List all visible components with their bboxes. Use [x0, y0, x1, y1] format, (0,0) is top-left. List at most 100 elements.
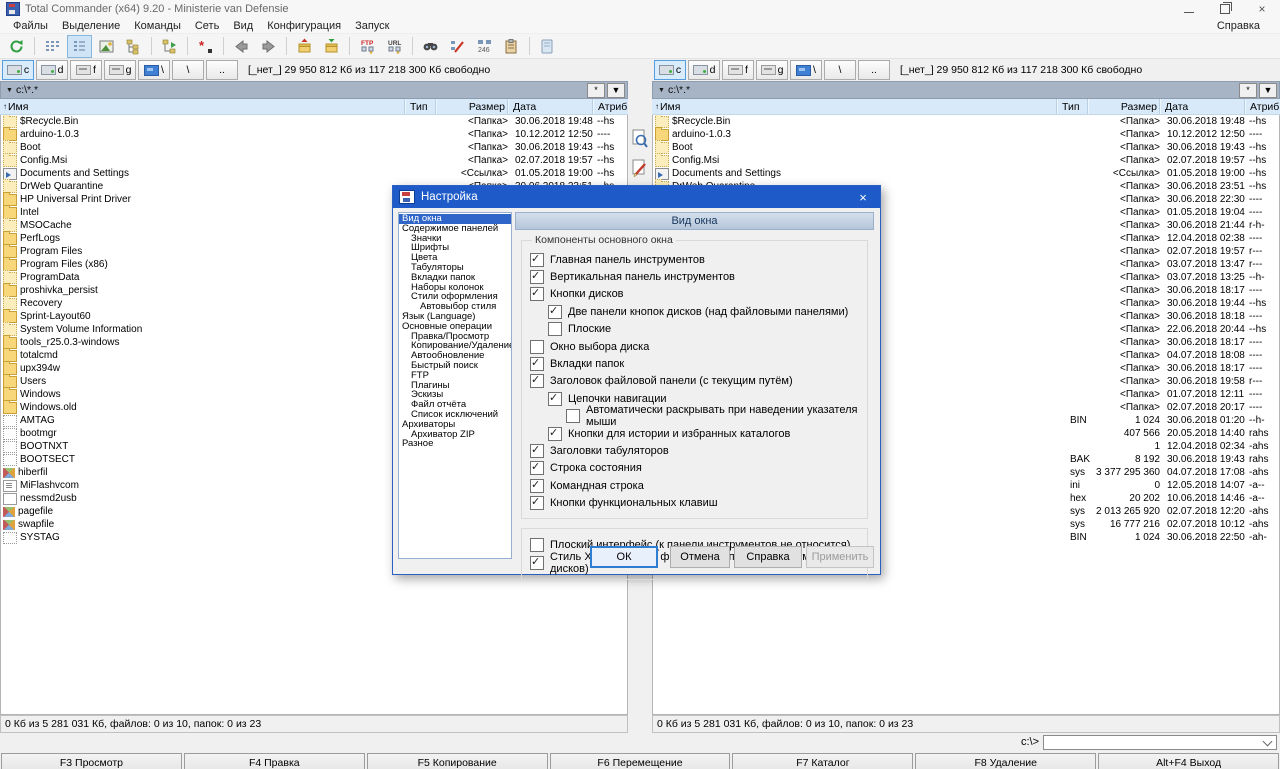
left-drive-button-..[interactable]: .. [206, 60, 238, 80]
dialog-close-icon[interactable]: × [846, 186, 880, 208]
restore-icon[interactable] [1220, 4, 1230, 14]
right-path-bar[interactable]: ▼c:\*.**▼ [652, 81, 1280, 99]
checkbox-checked[interactable] [548, 392, 562, 406]
left-column-header-type[interactable]: Тип [405, 99, 436, 114]
forward-icon[interactable] [256, 35, 281, 58]
left-column-header-size[interactable]: Размер [436, 99, 508, 114]
notepad-icon[interactable] [535, 35, 560, 58]
left-drive-button-root[interactable]: \ [172, 60, 204, 80]
dir-tree-icon[interactable] [157, 35, 182, 58]
brief-view-icon[interactable] [40, 35, 65, 58]
checkbox-checked[interactable] [530, 496, 544, 510]
custom-view-icon[interactable]: * [193, 35, 218, 58]
menu-item-help[interactable]: Справка [1210, 20, 1274, 32]
dialog-titlebar[interactable]: Настройка × [393, 186, 880, 208]
file-row[interactable]: Config.Msi<Папка>02.07.2018 19:57--hs [1, 154, 627, 167]
ftp-url-icon[interactable]: URL [382, 35, 407, 58]
right-drive-button-net[interactable]: \ [790, 60, 822, 80]
minimize-icon[interactable] [1184, 6, 1194, 13]
left-drive-button-net[interactable]: \ [138, 60, 170, 80]
right-drive-button-g[interactable]: g [756, 60, 788, 80]
tree-item[interactable]: Разное [399, 439, 511, 449]
file-row[interactable]: $Recycle.Bin<Папка>30.06.2018 19:48--hs [1, 115, 627, 128]
right-column-header-name[interactable]: ↑Имя [652, 99, 1057, 114]
menu-item-7[interactable]: Запуск [348, 20, 396, 32]
left-drive-button-c[interactable]: c [2, 60, 34, 80]
right-drive-button-f[interactable]: f [722, 60, 754, 80]
left-column-header-date[interactable]: Дата [508, 99, 593, 114]
chevron-down-icon[interactable] [1263, 736, 1273, 746]
file-row[interactable]: Boot<Папка>30.06.2018 19:43--hs [653, 141, 1279, 154]
ftp-connect-icon[interactable]: FTP [355, 35, 380, 58]
left-column-header-attr[interactable]: Атриб [593, 99, 628, 114]
checkbox-checked[interactable] [530, 444, 544, 458]
history-dropdown-button[interactable]: ▼ [607, 83, 625, 98]
full-view-icon[interactable] [67, 35, 92, 58]
pack-icon[interactable] [292, 35, 317, 58]
checkbox-unchecked[interactable] [530, 340, 544, 354]
left-drive-button-f[interactable]: f [70, 60, 102, 80]
checkbox-checked[interactable] [530, 374, 544, 388]
cancel-button[interactable]: Отмена [670, 546, 730, 568]
checkbox-checked[interactable] [530, 287, 544, 301]
favorites-star-button[interactable]: * [1239, 83, 1257, 98]
fkey-button-f3[interactable]: F3 Просмотр [1, 753, 182, 769]
menu-item-2[interactable]: Выделение [55, 20, 127, 32]
back-icon[interactable] [229, 35, 254, 58]
fkey-button-f8[interactable]: F8 Удаление [915, 753, 1096, 769]
fkey-button-f6[interactable]: F6 Перемещение [550, 753, 731, 769]
right-column-header-date[interactable]: Дата [1160, 99, 1245, 114]
search-icon[interactable] [418, 35, 443, 58]
file-row[interactable]: Boot<Папка>30.06.2018 19:43--hs [1, 141, 627, 154]
history-dropdown-button[interactable]: ▼ [1259, 83, 1277, 98]
clipboard-icon[interactable] [499, 35, 524, 58]
checkbox-checked[interactable] [530, 479, 544, 493]
checkbox-unchecked[interactable] [566, 409, 580, 423]
fkey-button-f5[interactable]: F5 Копирование [367, 753, 548, 769]
view-file-icon[interactable] [631, 129, 649, 149]
fkey-button-f9[interactable]: Alt+F4 Выход [1098, 753, 1279, 769]
file-row[interactable]: Documents and Settings<Ссылка>01.05.2018… [1, 167, 627, 180]
close-icon[interactable]: × [1256, 3, 1268, 15]
right-column-header-attr[interactable]: Атриб [1245, 99, 1280, 114]
right-column-header-size[interactable]: Размер [1088, 99, 1160, 114]
command-line-input[interactable] [1044, 737, 1264, 748]
file-row[interactable]: $Recycle.Bin<Папка>30.06.2018 19:48--hs [653, 115, 1279, 128]
favorites-star-button[interactable]: * [587, 83, 605, 98]
right-drive-button-..[interactable]: .. [858, 60, 890, 80]
menu-item-6[interactable]: Конфигурация [260, 20, 348, 32]
checkbox-checked[interactable] [548, 305, 562, 319]
menu-item-1[interactable]: Файлы [6, 20, 55, 32]
file-row[interactable]: arduino-1.0.3<Папка>10.12.2012 12:50---- [1, 128, 627, 141]
menu-item-5[interactable]: Вид [226, 20, 260, 32]
checkbox-unchecked[interactable] [548, 322, 562, 336]
ok-button[interactable]: ОК [590, 546, 658, 568]
left-column-header-name[interactable]: ↑Имя [0, 99, 405, 114]
thumbnails-view-icon[interactable] [94, 35, 119, 58]
file-row[interactable]: arduino-1.0.3<Папка>10.12.2012 12:50---- [653, 128, 1279, 141]
left-drive-button-g[interactable]: g [104, 60, 136, 80]
checkbox-checked[interactable] [530, 357, 544, 371]
fkey-button-f7[interactable]: F7 Каталог [732, 753, 913, 769]
tree-view-icon[interactable] [121, 35, 146, 58]
file-row[interactable]: Documents and Settings<Ссылка>01.05.2018… [653, 167, 1279, 180]
left-drive-button-d[interactable]: d [36, 60, 68, 80]
left-path-bar[interactable]: ▼c:\*.**▼ [0, 81, 628, 99]
fkey-button-f4[interactable]: F4 Правка [184, 753, 365, 769]
checkbox-checked[interactable] [530, 253, 544, 267]
help-button[interactable]: Справка [734, 546, 802, 568]
right-drive-button-d[interactable]: d [688, 60, 720, 80]
menu-item-4[interactable]: Сеть [188, 20, 226, 32]
right-drive-button-root[interactable]: \ [824, 60, 856, 80]
checkbox-checked[interactable] [530, 461, 544, 475]
right-column-header-type[interactable]: Тип [1057, 99, 1088, 114]
sync-dirs-icon[interactable]: 246 [472, 35, 497, 58]
multi-rename-icon[interactable] [445, 35, 470, 58]
refresh-icon[interactable] [4, 35, 29, 58]
edit-file-icon[interactable] [631, 159, 649, 179]
right-drive-button-c[interactable]: c [654, 60, 686, 80]
menu-item-3[interactable]: Команды [127, 20, 188, 32]
checkbox-checked[interactable] [548, 427, 562, 441]
file-row[interactable]: Config.Msi<Папка>02.07.2018 19:57--hs [653, 154, 1279, 167]
unpack-icon[interactable] [319, 35, 344, 58]
